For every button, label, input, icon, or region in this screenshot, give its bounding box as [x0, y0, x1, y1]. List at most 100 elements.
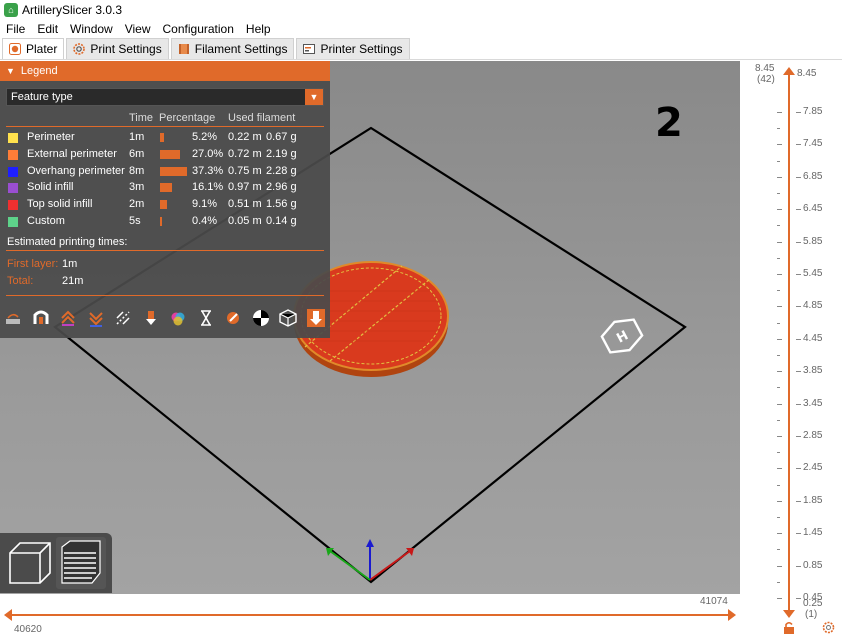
bed-logo-icon: H: [600, 318, 644, 354]
slider-mark-label: 0.85: [803, 559, 823, 571]
slider-tick: [777, 257, 780, 259]
slider-tick: [796, 403, 801, 405]
slider-tick: [796, 565, 801, 567]
feature-percent: 9.1%: [192, 198, 218, 211]
menu-configuration[interactable]: Configuration: [163, 22, 234, 36]
slider-tick: [796, 176, 801, 178]
slider-tick: [777, 452, 780, 454]
feature-time: 8m: [129, 164, 145, 177]
layer-height-slider[interactable]: 8.45 (42) 8.45 7.85 7.45 6.85 6.45 5.85 5.45 4…: [741, 61, 842, 640]
tool-marker-icon[interactable]: [306, 309, 325, 327]
layers-view-icon[interactable]: [56, 537, 106, 589]
slider-tick: [777, 549, 780, 551]
tab-plater[interactable]: Plater: [2, 38, 65, 59]
slider-mark-label: 3.85: [803, 365, 823, 377]
menu-edit[interactable]: Edit: [37, 22, 58, 36]
slider-tick: [777, 112, 782, 113]
feature-percent: 37.3%: [192, 164, 224, 177]
color-swatch: [8, 200, 18, 211]
feature-time: 5s: [129, 215, 141, 227]
col-time: Time: [129, 112, 154, 124]
tool-changes-icon[interactable]: [142, 309, 160, 327]
menu-help[interactable]: Help: [246, 22, 271, 36]
tab-filament-settings[interactable]: Filament Settings: [170, 38, 295, 59]
pause-prints-icon[interactable]: [197, 309, 215, 327]
feature-weight: 0.67 g: [266, 131, 297, 143]
col-used-filament: Used filament: [228, 112, 296, 124]
tab-printer-settings[interactable]: Printer Settings: [296, 38, 410, 59]
tab-print-settings[interactable]: Print Settings: [66, 38, 169, 59]
legend-column-headers: Time Percentage Used filament: [0, 112, 330, 126]
legend-row[interactable]: External perimeter 6m 27.0% 0.72 m 2.19 g: [0, 147, 330, 163]
legend-row[interactable]: Custom 5s 0.4% 0.05 m 0.14 g: [0, 214, 330, 230]
feature-time: 3m: [129, 181, 145, 194]
slider-tick: [796, 533, 801, 535]
slider-mark-label: 4.45: [803, 332, 823, 344]
menu-window[interactable]: Window: [70, 22, 113, 36]
color-swatch: [8, 217, 18, 227]
slider-tick: [777, 176, 782, 178]
retractions-icon[interactable]: [59, 309, 77, 327]
percentage-bar: [160, 217, 162, 226]
legend-divider: [6, 295, 324, 296]
shells-icon[interactable]: [279, 309, 297, 327]
legend-divider: [6, 250, 324, 251]
slider-bottom-layer: (1): [805, 609, 818, 620]
slider-mark-label: 7.85: [803, 106, 823, 117]
menu-file[interactable]: File: [6, 22, 25, 36]
slider-mark-label: 3.45: [803, 397, 823, 409]
slider-mark-label: 1.45: [803, 527, 823, 539]
legend-row[interactable]: Top solid infill 2m 9.1% 0.51 m 1.56 g: [0, 197, 330, 213]
slider-tick: [777, 274, 782, 275]
slider-tick: [777, 533, 782, 535]
lock-icon[interactable]: [783, 621, 795, 638]
center-of-gravity-icon[interactable]: [252, 309, 270, 327]
seams-icon[interactable]: [114, 309, 132, 327]
tab-label: Plater: [26, 42, 58, 56]
feature-length: 0.72 m: [228, 147, 262, 160]
wipe-icon[interactable]: [32, 309, 50, 327]
slider-tick: [777, 193, 780, 194]
feature-weight: 2.28 g: [266, 164, 297, 177]
gcode-move-slider[interactable]: 40620 41074: [0, 594, 741, 640]
slider-tick: [777, 565, 782, 567]
feature-length: 0.51 m: [228, 198, 262, 211]
slider-tick: [796, 306, 801, 308]
percentage-bar: [160, 149, 180, 159]
app-logo-icon: ⌂: [4, 3, 18, 17]
deretractions-icon[interactable]: [87, 309, 105, 327]
slider-tick: [796, 500, 801, 502]
collapse-triangle-icon: ▼: [6, 66, 15, 76]
percentage-bar: [160, 166, 187, 176]
custom-gcode-icon[interactable]: [224, 309, 242, 327]
feature-time: 6m: [129, 147, 145, 160]
slider-tick: [796, 241, 801, 243]
feature-time: 2m: [129, 198, 145, 211]
feature-percent: 5.2%: [192, 131, 218, 143]
svg-text:H: H: [614, 328, 631, 346]
slider-right-value: 41074: [700, 596, 728, 607]
slider-tick: [796, 144, 801, 146]
travel-icon[interactable]: [4, 309, 22, 327]
slider-tick: [777, 371, 782, 373]
menu-view[interactable]: View: [125, 22, 151, 36]
legend-row[interactable]: Solid infill 3m 16.1% 0.97 m 2.96 g: [0, 180, 330, 196]
feature-percent: 16.1%: [192, 181, 224, 194]
slider-mark-label: 4.85: [803, 300, 823, 312]
first-layer-label: First layer:: [7, 258, 59, 270]
legend-row[interactable]: Perimeter 1m 5.2% 0.22 m 0.67 g: [0, 130, 330, 146]
axes-gizmo: [326, 539, 414, 581]
percentage-bar: [160, 133, 164, 142]
gear-icon[interactable]: [822, 621, 835, 637]
feature-weight: 2.19 g: [266, 147, 297, 160]
total-label: Total:: [7, 275, 34, 287]
view-type-select[interactable]: Feature type ▼: [6, 88, 324, 106]
slider-tick: [796, 112, 801, 113]
slider-tick: [777, 484, 780, 486]
color-changes-icon[interactable]: [169, 309, 187, 327]
legend-header[interactable]: ▼ Legend: [0, 61, 330, 81]
legend-row[interactable]: Overhang perimeter 8m 37.3% 0.75 m 2.28 g: [0, 164, 330, 180]
slider-tick: [777, 468, 782, 470]
legend-panel: ▼ Legend Feature type ▼ Time Percentage …: [0, 61, 330, 338]
left-thumb: [4, 609, 12, 621]
